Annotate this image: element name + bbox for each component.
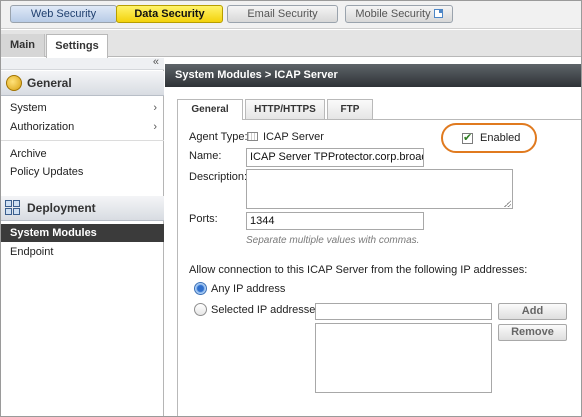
- data-security-tab[interactable]: Data Security: [116, 5, 223, 23]
- selected-ip-radio[interactable]: [194, 303, 207, 316]
- server-icon: [247, 132, 258, 141]
- chevron-right-icon: ›: [153, 121, 157, 133]
- breadcrumb: System Modules > ICAP Server: [165, 64, 581, 87]
- email-security-tab[interactable]: Email Security: [227, 5, 338, 23]
- add-button[interactable]: Add: [498, 303, 567, 320]
- mobile-security-label: Mobile Security: [355, 8, 431, 20]
- description-field[interactable]: [246, 169, 513, 209]
- sidebar-section-general-label: General: [27, 76, 72, 90]
- tab-general[interactable]: General: [177, 99, 243, 120]
- any-ip-radio[interactable]: [194, 282, 207, 295]
- ports-field[interactable]: 1344: [246, 212, 424, 230]
- sidebar-divider: [1, 140, 164, 141]
- agent-type-value: ICAP Server: [263, 131, 324, 143]
- sidebar-collapse-button[interactable]: «: [1, 56, 164, 70]
- sidebar-item-label: Archive: [10, 148, 47, 160]
- double-chevron-left-icon: «: [152, 56, 159, 68]
- deployment-icon: [5, 200, 22, 216]
- external-link-icon: [433, 9, 443, 18]
- sidebar-item-label: System: [10, 102, 47, 114]
- name-label: Name:: [189, 150, 222, 162]
- sidebar-item-system[interactable]: System ›: [1, 99, 164, 117]
- sidebar-item-label: Policy Updates: [10, 166, 84, 178]
- general-settings-icon: [6, 75, 22, 91]
- sidebar-item-authorization[interactable]: Authorization ›: [1, 118, 164, 136]
- page-title: ICAP Server: [274, 69, 338, 81]
- sidebar-item-policy-updates[interactable]: Policy Updates: [1, 163, 164, 181]
- mobile-security-tab[interactable]: Mobile Security: [345, 5, 453, 23]
- ports-label: Ports:: [189, 213, 218, 225]
- web-security-tab[interactable]: Web Security: [10, 5, 117, 23]
- sidebar-item-archive[interactable]: Archive: [1, 145, 164, 163]
- sidebar: « General System › Authorization › Archi…: [1, 56, 164, 416]
- ports-hint: Separate multiple values with commas.: [246, 235, 420, 246]
- sidebar-item-system-modules[interactable]: System Modules: [1, 224, 164, 242]
- tab-main[interactable]: Main: [1, 34, 45, 57]
- enabled-highlight: Enabled: [441, 123, 537, 153]
- sidebar-item-endpoint[interactable]: Endpoint: [1, 243, 164, 261]
- ip-address-input[interactable]: [315, 303, 492, 320]
- breadcrumb-parent[interactable]: System Modules: [175, 69, 262, 81]
- name-field[interactable]: ICAP Server TPProtector.corp.broadway: [246, 148, 424, 167]
- sidebar-item-label: System Modules: [10, 227, 97, 239]
- sidebar-item-label: Authorization: [10, 121, 75, 133]
- product-bar: Web Security Data Security Email Securit…: [1, 1, 581, 29]
- tab-http-https[interactable]: HTTP/HTTPS: [245, 99, 325, 119]
- ip-address-list[interactable]: [315, 323, 492, 393]
- sidebar-section-deployment: Deployment: [1, 196, 164, 221]
- enabled-label: Enabled: [480, 132, 521, 144]
- sidebar-section-deployment-label: Deployment: [27, 201, 96, 215]
- tab-ftp[interactable]: FTP: [327, 99, 373, 119]
- any-ip-label: Any IP address: [211, 283, 286, 295]
- description-label: Description:: [189, 171, 248, 183]
- remove-button[interactable]: Remove: [498, 324, 567, 341]
- resize-handle-icon[interactable]: [504, 200, 511, 207]
- sidebar-item-label: Endpoint: [10, 246, 54, 258]
- sidebar-section-general: General: [1, 71, 164, 96]
- agent-type-label: Agent Type:: [189, 131, 248, 143]
- tab-settings[interactable]: Settings: [46, 34, 108, 58]
- module-tabs: Main Settings: [1, 30, 581, 58]
- chevron-right-icon: ›: [153, 102, 157, 114]
- selected-ip-label: Selected IP addresses:: [211, 304, 324, 316]
- allow-connection-label: Allow connection to this ICAP Server fro…: [189, 264, 528, 276]
- breadcrumb-separator: >: [264, 69, 272, 81]
- enabled-checkbox[interactable]: [462, 131, 473, 144]
